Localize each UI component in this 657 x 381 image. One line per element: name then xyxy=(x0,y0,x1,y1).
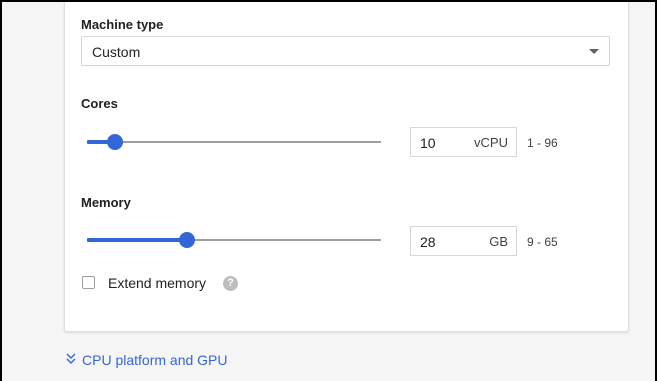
cores-input[interactable]: 10 vCPU xyxy=(410,127,517,157)
cores-unit: vCPU xyxy=(474,135,508,150)
memory-input[interactable]: 28 GB xyxy=(410,226,517,256)
cores-slider-track xyxy=(87,141,381,143)
frame-border-left xyxy=(0,0,2,381)
machine-type-label: Machine type xyxy=(81,17,164,32)
cores-range: 1 - 96 xyxy=(527,136,558,150)
extend-memory-checkbox[interactable] xyxy=(82,276,95,289)
frame-border-top xyxy=(0,0,657,2)
memory-range: 9 - 65 xyxy=(527,235,558,249)
memory-value: 28 xyxy=(420,234,436,250)
cores-slider-thumb[interactable] xyxy=(107,134,123,150)
dropdown-arrow-icon xyxy=(589,49,599,54)
extend-memory-label[interactable]: Extend memory xyxy=(108,275,206,291)
memory-slider-thumb[interactable] xyxy=(179,232,195,248)
cpu-platform-label: CPU platform and GPU xyxy=(82,352,228,368)
memory-label: Memory xyxy=(81,195,131,210)
memory-slider[interactable] xyxy=(87,231,381,251)
machine-config-card: Machine type Custom Cores 10 vCPU 1 - 96… xyxy=(64,0,629,332)
cores-slider[interactable] xyxy=(87,133,381,153)
memory-slider-fill xyxy=(87,238,187,242)
cores-value: 10 xyxy=(420,135,436,151)
double-chevron-down-icon xyxy=(66,353,76,364)
machine-type-select[interactable]: Custom xyxy=(81,36,610,66)
memory-unit: GB xyxy=(489,234,508,249)
cores-label: Cores xyxy=(81,96,118,111)
help-circle-icon[interactable]: ? xyxy=(223,276,238,291)
machine-type-value: Custom xyxy=(92,44,141,60)
